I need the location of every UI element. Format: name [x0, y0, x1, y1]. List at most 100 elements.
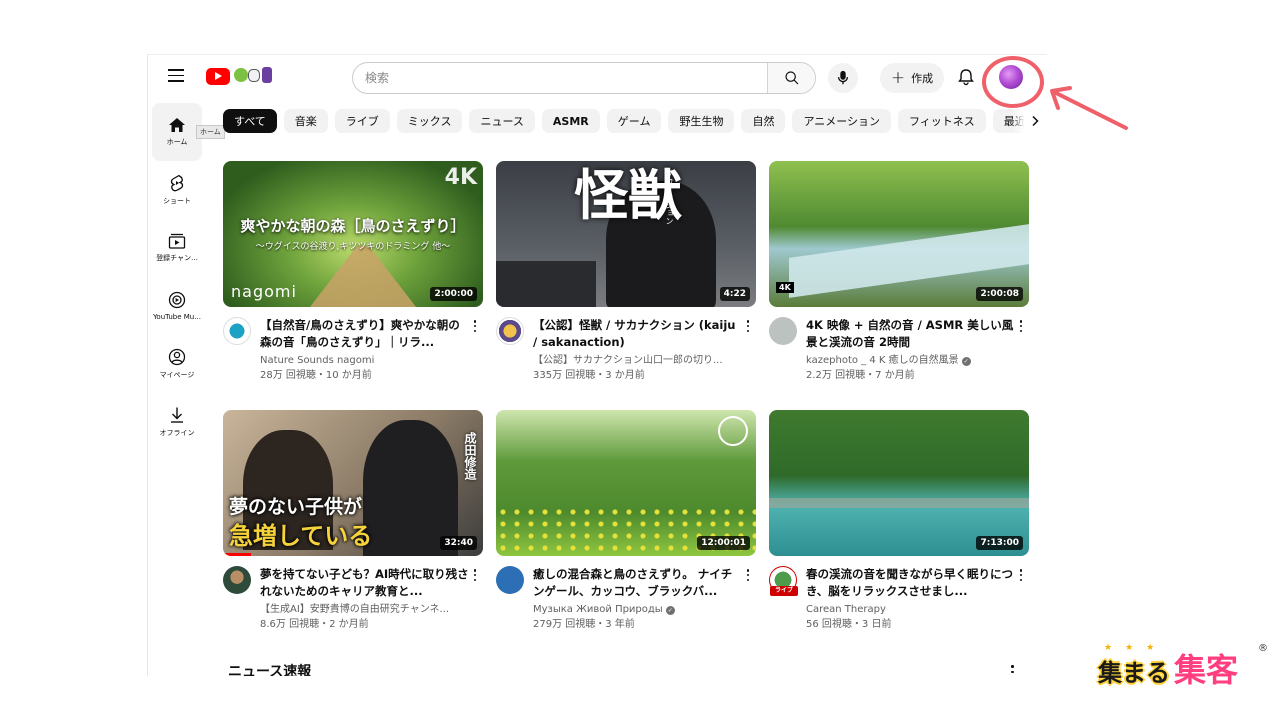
notifications-button[interactable] [958, 68, 974, 90]
video-stats: 2.2万 回視聴・7 か月前 [806, 370, 915, 381]
thumb-title: 爽やかな朝の森［鳥のさえずり］ [240, 217, 466, 235]
video-card[interactable]: 7:13:00 ライブ 春の渓流の音を聞きながら早く眠りにつき、脳をリラックスさ… [769, 410, 1029, 645]
video-thumbnail[interactable]: 4K 2:00:08 [769, 161, 1029, 307]
thumb-guest-name: 成田修造 [463, 432, 477, 480]
video-title[interactable]: 【公認】怪獣 / サカナクション (kaiju / sakanaction) [533, 317, 743, 351]
studio-desk [496, 261, 596, 307]
sidebar-item-label: YouTube Mu... [153, 313, 201, 321]
video-thumbnail[interactable]: 夢のない子供が 急増している 成田修造 32:40 [223, 410, 483, 556]
menu-icon[interactable] [168, 69, 184, 83]
video-card[interactable]: 夢のない子供が 急増している 成田修造 32:40 夢を持てない子ども？AI時代… [223, 410, 483, 645]
video-stats: 279万 回視聴・3 年前 [533, 619, 635, 630]
watch-progress-bar [223, 553, 251, 556]
chip-live[interactable]: ライブ [334, 109, 390, 133]
download-icon [171, 407, 183, 423]
stars-icon: ★★★ [1104, 643, 1168, 653]
verified-icon: ✓ [961, 357, 971, 366]
sidebar-item-label: ホーム [166, 138, 188, 146]
section-title: ニュース速報 [228, 664, 312, 676]
channel-name[interactable]: 【公認】サカナクション山口一郎の切り... [533, 353, 743, 368]
thumb-caption: 急増している [229, 522, 373, 550]
video-card[interactable]: 怪獣 サカナクション 4:22 【公認】怪獣 / サカナクション (kaiju … [496, 161, 756, 396]
channel-avatar[interactable] [223, 566, 251, 594]
pointer-arrow-icon [1050, 86, 1128, 130]
bell-icon [958, 69, 974, 86]
video-title[interactable]: 4K 映像 + 自然の音 / ASMR 美しい風景と渓流の音 2時間 [806, 317, 1016, 351]
video-stats: 335万 回視聴・3 か月前 [533, 370, 645, 381]
registered-mark: ® [1258, 643, 1268, 654]
more-options-icon[interactable] [1017, 319, 1025, 333]
chips-next-button[interactable] [1012, 107, 1040, 135]
channel-watermark-icon [718, 416, 748, 446]
brand-logo: ★★★ 集まる 集客 ® [1098, 643, 1270, 691]
youtube-logo[interactable] [206, 66, 276, 86]
video-thumbnail[interactable]: 7:13:00 [769, 410, 1029, 556]
search-input[interactable] [353, 63, 767, 93]
video-title[interactable]: 【自然音/鳥のさえずり】爽やかな朝の森の音「鳥のさえずり」｜リラ... [260, 317, 470, 351]
sidebar-item-shorts[interactable]: ショート [152, 161, 202, 219]
thumb-4k-label: 4K [444, 165, 477, 190]
sidebar-item-youtube-music[interactable]: YouTube Mu... [152, 277, 202, 335]
video-duration: 12:00:01 [697, 536, 750, 550]
channel-name[interactable]: Nature Sounds nagomi [260, 353, 470, 368]
video-stats: 28万 回視聴・10 か月前 [260, 370, 372, 381]
channel-name[interactable]: kazephoto _ 4 K 癒しの自然風景 ✓ [806, 353, 1016, 368]
thumb-4k-label: 4K [776, 282, 794, 293]
youtube-window: + 作成 ホーム ホーム ショート 登録チャン... YouTube Mu...… [147, 54, 1047, 676]
chip-nature[interactable]: 自然 [741, 109, 786, 133]
voice-search-button[interactable] [828, 63, 858, 93]
search-button[interactable] [767, 63, 815, 93]
chip-asmr[interactable]: ASMR [541, 109, 600, 133]
sidebar-item-label: ショート [163, 197, 191, 205]
more-options-icon[interactable] [1011, 665, 1015, 676]
more-options-icon[interactable] [744, 568, 752, 582]
chip-news[interactable]: ニュース [469, 109, 535, 133]
chip-wildlife[interactable]: 野生生物 [668, 109, 735, 133]
channel-avatar[interactable]: ライブ [769, 566, 798, 596]
sidebar-item-my-page[interactable]: マイページ [152, 335, 202, 393]
thumb-caption: 夢のない子供が [229, 496, 363, 518]
video-thumbnail[interactable]: 4K 爽やかな朝の森［鳥のさえずり］ 〜ウグイスの谷渡り,キツツキのドラミング … [223, 161, 483, 307]
video-stats: 56 回視聴・3 日前 [806, 619, 892, 630]
sidebar-item-label: オフライン [159, 429, 195, 437]
chip-animation[interactable]: アニメーション [792, 109, 892, 133]
video-thumbnail[interactable]: 12:00:01 [496, 410, 756, 556]
video-card[interactable]: 4K 爽やかな朝の森［鳥のさえずり］ 〜ウグイスの谷渡り,キツツキのドラミング … [223, 161, 483, 396]
sidebar-item-offline[interactable]: オフライン [152, 393, 202, 451]
channel-avatar[interactable] [496, 317, 524, 345]
channel-avatar[interactable] [769, 317, 797, 345]
more-options-icon[interactable] [471, 319, 479, 333]
channel-avatar[interactable] [496, 566, 524, 594]
video-thumbnail[interactable]: 怪獣 サカナクション 4:22 [496, 161, 756, 307]
channel-name[interactable]: Музыка Живой Природы ✓ [533, 602, 743, 617]
video-card[interactable]: 12:00:01 癒しの混合森と鳥のさえずり。 ナイチンゲール、カッコウ、ブラッ… [496, 410, 756, 645]
chip-all[interactable]: すべて [223, 109, 277, 133]
chip-music[interactable]: 音楽 [283, 109, 328, 133]
chip-mix[interactable]: ミックス [396, 109, 463, 133]
video-title[interactable]: 春の渓流の音を聞きながら早く眠りにつき、脳をリラックスさせまし... [806, 566, 1016, 600]
sidebar-item-subscriptions[interactable]: 登録チャン... [152, 219, 202, 277]
more-options-icon[interactable] [744, 319, 752, 333]
chip-game[interactable]: ゲーム [606, 109, 662, 133]
sidebar-item-home[interactable]: ホーム ホーム [152, 103, 225, 161]
thumb-brand: nagomi [231, 282, 297, 301]
user-icon [168, 348, 186, 366]
channel-name[interactable]: 【生成AI】安野貴博の自由研究チャンネ... [260, 602, 470, 617]
video-card[interactable]: 4K 2:00:08 4K 映像 + 自然の音 / ASMR 美しい風景と渓流の… [769, 161, 1029, 396]
create-button[interactable]: + 作成 [880, 63, 944, 93]
chip-fitness[interactable]: フィットネス [898, 109, 986, 133]
video-grid: 4K 爽やかな朝の森［鳥のさえずり］ 〜ウグイスの谷渡り,キツツキのドラミング … [223, 161, 1029, 645]
video-title[interactable]: 癒しの混合森と鳥のさえずり。 ナイチンゲール、カッコウ、ブラックバ... [533, 566, 743, 600]
more-options-icon[interactable] [1017, 568, 1025, 582]
more-options-icon[interactable] [471, 568, 479, 582]
channel-avatar[interactable] [223, 317, 251, 345]
live-badge: ライブ [770, 586, 798, 596]
video-duration: 2:00:08 [976, 287, 1023, 301]
thumb-subtitle: サカナクション [665, 169, 674, 225]
home-tooltip: ホーム [196, 125, 225, 139]
thumb-subtitle: 〜ウグイスの谷渡り,キツツキのドラミング 他〜 [255, 242, 451, 252]
video-title[interactable]: 夢を持てない子ども？AI時代に取り残されないためのキャリア教育と... [260, 566, 470, 600]
channel-name[interactable]: Carean Therapy [806, 602, 1016, 617]
plus-icon: + [890, 67, 906, 88]
home-icon [169, 118, 185, 132]
